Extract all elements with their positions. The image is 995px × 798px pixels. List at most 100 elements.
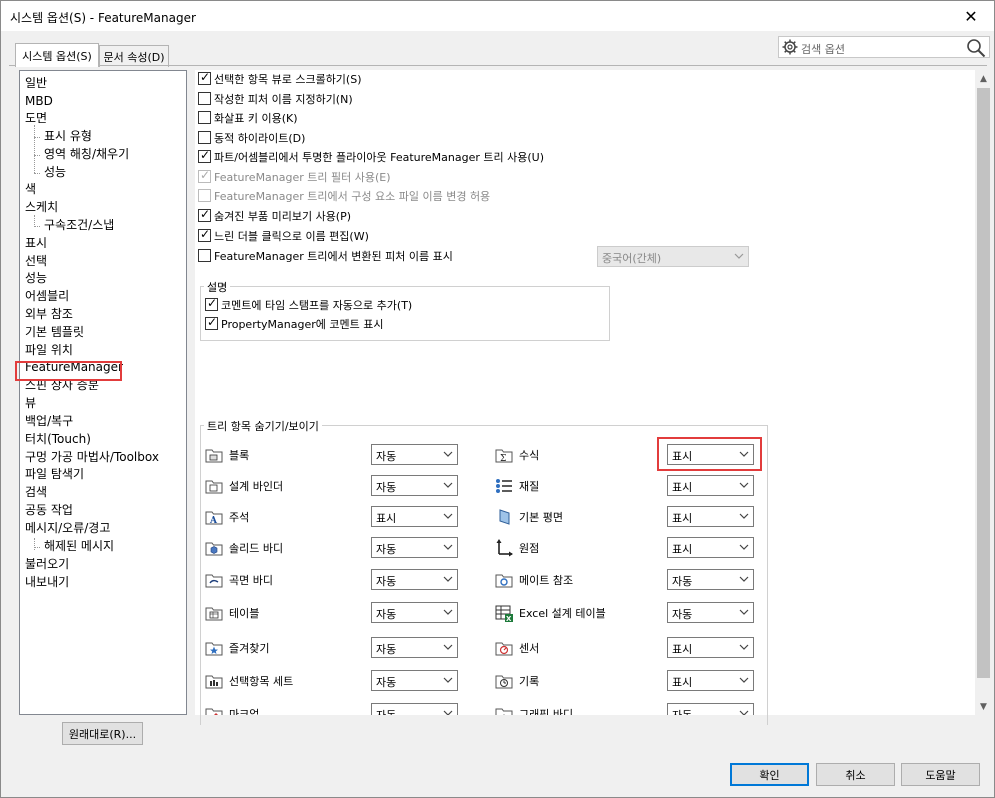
chevron-down-icon: [739, 677, 749, 683]
markups-folder-icon: [205, 708, 223, 715]
tree-item-option-label: 그래픽 바디: [519, 708, 574, 715]
chevron-down-icon: [443, 482, 453, 488]
chevron-down-icon: [739, 576, 749, 582]
tree-item-option-label: 기록: [519, 675, 540, 688]
chevron-down-icon: [739, 482, 749, 488]
tree-item-option-row: 블록: [205, 444, 249, 466]
visibility-select-value: 자동: [376, 643, 397, 656]
chevron-down-icon: [443, 451, 453, 457]
tree-item-option-label: 원점: [519, 542, 540, 555]
tree-item-option-row: 설계 바인더: [205, 475, 283, 497]
visibility-select-value: 자동: [376, 608, 397, 621]
visibility-select[interactable]: 표시: [667, 670, 754, 691]
tree-item-option-label: 블록: [229, 449, 250, 462]
visibility-select-value: 표시: [672, 481, 693, 494]
visibility-select[interactable]: 자동: [371, 444, 458, 465]
visibility-select-value: 자동: [376, 575, 397, 588]
sensors-icon: [495, 642, 513, 656]
tree-item-option-row: 선택항목 세트: [205, 670, 293, 692]
tree-item-option-row: 기록: [495, 670, 539, 692]
visibility-select-value: 자동: [672, 608, 693, 621]
cancel-button[interactable]: 취소: [816, 763, 895, 786]
tables-folder-icon: [205, 607, 223, 621]
visibility-select-value: 표시: [376, 512, 397, 525]
chevron-down-icon: [739, 644, 749, 650]
solid-bodies-folder-icon: [205, 542, 223, 556]
design-binder-folder-icon: [205, 480, 223, 494]
visibility-select-value: 자동: [672, 707, 692, 715]
help-button[interactable]: 도움말: [901, 763, 980, 786]
svg-text:X: X: [506, 615, 512, 622]
surface-bodies-folder-icon: [205, 574, 223, 588]
tree-item-option-label: 수식: [519, 449, 540, 462]
chevron-down-icon: [739, 609, 749, 615]
visibility-select[interactable]: 표시: [371, 506, 458, 527]
visibility-select-value: 자동: [672, 575, 693, 588]
visibility-select[interactable]: 자동: [667, 703, 754, 715]
selection-sets-folder-icon: [205, 675, 223, 689]
tree-item-option-label: 설계 바인더: [229, 480, 284, 493]
tree-item-option-row: A 주석: [205, 506, 249, 528]
svg-text:A: A: [209, 516, 218, 526]
annotations-folder-icon: A: [205, 511, 223, 526]
tree-item-option-row: 재질: [495, 475, 539, 497]
tree-item-option-row: 기본 평면: [495, 506, 563, 528]
system-options-dialog: 시스템 옵션(S) - FeatureManager ✕ 시스템 옵션(S) 문…: [0, 0, 995, 798]
tree-item-option-row: 마크업: [205, 703, 259, 715]
svg-text:Σ: Σ: [500, 454, 506, 464]
visibility-select[interactable]: 표시: [667, 475, 754, 496]
visibility-select-value: 표시: [672, 643, 693, 656]
visibility-select-value: 자동: [376, 450, 397, 463]
tree-item-option-label: 선택항목 세트: [229, 675, 294, 688]
chevron-down-icon: [739, 513, 749, 519]
chevron-down-icon: [443, 544, 453, 550]
visibility-select[interactable]: 자동: [371, 637, 458, 658]
origin-icon: [496, 539, 513, 557]
visibility-select[interactable]: 표시: [667, 506, 754, 527]
tree-item-option-label: 곡면 바디: [229, 574, 273, 587]
visibility-select-value: 자동: [376, 676, 397, 689]
chevron-down-icon: [739, 710, 749, 715]
ok-button[interactable]: 확인: [730, 763, 809, 786]
tree-item-option-label: 즐겨찾기: [229, 642, 270, 655]
visibility-select[interactable]: 자동: [371, 703, 458, 715]
chevron-down-icon: [443, 677, 453, 683]
tree-item-option-label: 메이트 참조: [519, 574, 574, 587]
chevron-down-icon: [739, 544, 749, 550]
tree-item-option-label: 솔리드 바디: [229, 542, 284, 555]
visibility-select[interactable]: 표시: [667, 444, 754, 465]
tree-item-option-label: 주석: [229, 511, 250, 524]
chevron-down-icon: [443, 576, 453, 582]
visibility-select[interactable]: 자동: [371, 475, 458, 496]
tree-item-option-label: 센서: [519, 642, 540, 655]
tree-item-option-row: 즐겨찾기: [205, 637, 269, 659]
visibility-select[interactable]: 자동: [667, 602, 754, 623]
visibility-select[interactable]: 자동: [667, 569, 754, 590]
chevron-down-icon: [443, 513, 453, 519]
chevron-down-icon: [443, 609, 453, 615]
reset-button[interactable]: 원래대로(R)...: [62, 722, 143, 745]
tab-system-options[interactable]: 시스템 옵션(S): [15, 43, 99, 67]
tree-item-option-label: Excel 설계 테이블: [519, 607, 606, 620]
visibility-select-value: 표시: [672, 512, 693, 525]
visibility-select[interactable]: 자동: [371, 537, 458, 558]
tree-item-option-row: 솔리드 바디: [205, 537, 283, 559]
tree-item-option-row: 그래픽 바디: [495, 703, 573, 715]
excel-design-table-icon: X: [495, 605, 513, 622]
visibility-select-value: 표시: [672, 676, 693, 689]
tree-item-option-row: 곡면 바디: [205, 569, 273, 591]
visibility-select[interactable]: 표시: [667, 537, 754, 558]
tree-item-option-label: 마크업: [229, 708, 260, 715]
material-icon: [496, 479, 512, 493]
graphic-bodies-icon: [495, 708, 513, 715]
tree-item-option-label: 재질: [519, 480, 540, 493]
visibility-select[interactable]: 자동: [371, 569, 458, 590]
favorites-folder-icon: [205, 642, 223, 656]
tree-item-option-row: X Excel 설계 테이블: [495, 602, 606, 624]
visibility-select[interactable]: 표시: [667, 637, 754, 658]
visibility-select[interactable]: 자동: [371, 602, 458, 623]
history-icon: [495, 675, 513, 689]
tree-item-option-label: 기본 평면: [519, 511, 563, 524]
tree-item-option-row: Σ 수식: [495, 444, 539, 466]
visibility-select[interactable]: 자동: [371, 670, 458, 691]
